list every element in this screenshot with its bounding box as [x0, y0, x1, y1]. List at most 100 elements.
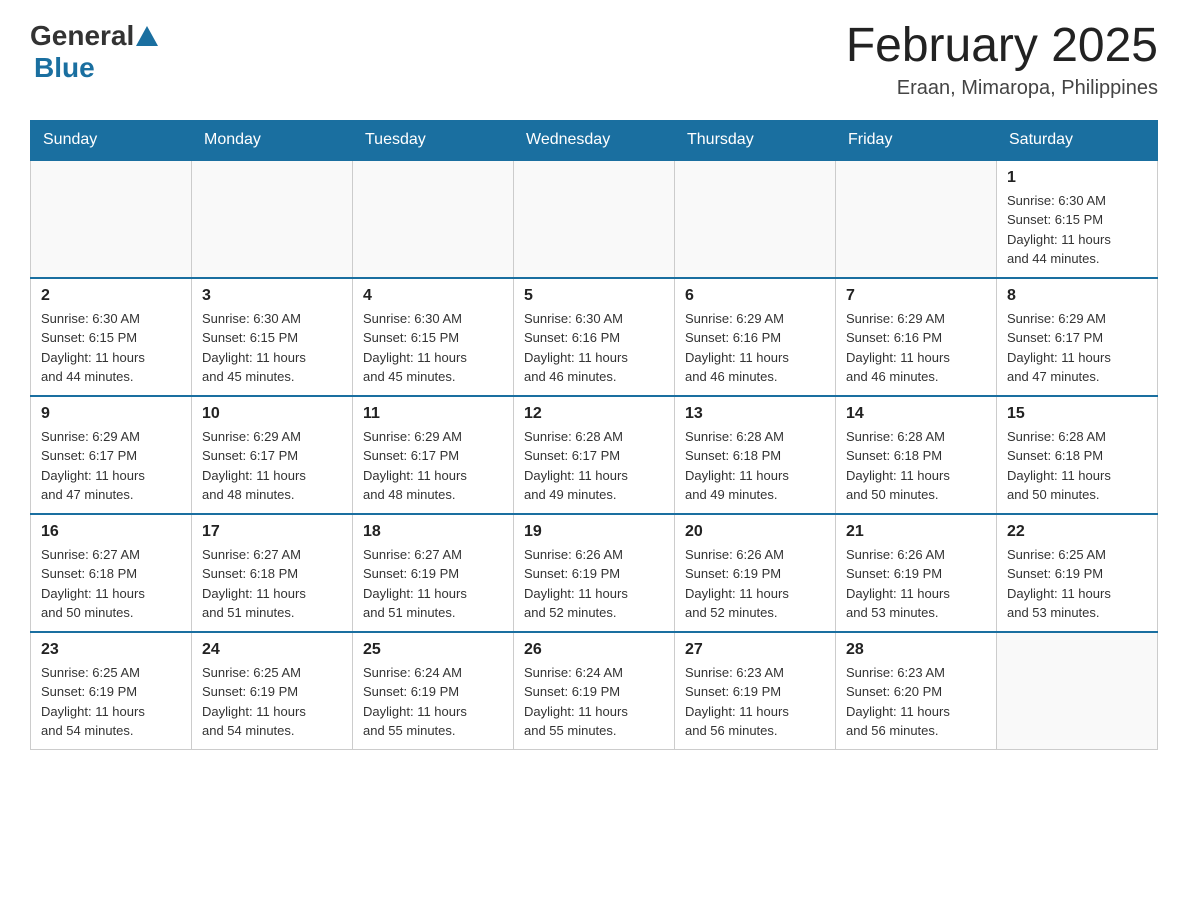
- day-info-line: Sunset: 6:19 PM: [41, 682, 181, 702]
- day-info-line: Sunset: 6:19 PM: [363, 682, 503, 702]
- weekday-header: Friday: [836, 120, 997, 160]
- day-info-line: Sunset: 6:16 PM: [685, 328, 825, 348]
- day-info-line: Daylight: 11 hours: [524, 702, 664, 722]
- day-info-line: and 54 minutes.: [41, 721, 181, 741]
- day-number: 3: [202, 287, 342, 305]
- day-info-line: and 56 minutes.: [685, 721, 825, 741]
- day-info-line: Sunrise: 6:29 AM: [846, 309, 986, 329]
- day-info-line: and 48 minutes.: [363, 485, 503, 505]
- day-number: 25: [363, 641, 503, 659]
- day-info-line: Daylight: 11 hours: [685, 466, 825, 486]
- calendar-cell: [675, 160, 836, 278]
- calendar-cell: 5Sunrise: 6:30 AMSunset: 6:16 PMDaylight…: [514, 278, 675, 396]
- calendar-cell: 17Sunrise: 6:27 AMSunset: 6:18 PMDayligh…: [192, 514, 353, 632]
- day-number: 16: [41, 523, 181, 541]
- weekday-header: Sunday: [31, 120, 192, 160]
- weekday-header: Wednesday: [514, 120, 675, 160]
- day-info-line: Sunrise: 6:29 AM: [685, 309, 825, 329]
- calendar-header-row: SundayMondayTuesdayWednesdayThursdayFrid…: [31, 120, 1158, 160]
- day-info-line: Sunrise: 6:23 AM: [846, 663, 986, 683]
- day-info-line: and 52 minutes.: [685, 603, 825, 623]
- day-info-line: Sunset: 6:17 PM: [524, 446, 664, 466]
- calendar-cell: 7Sunrise: 6:29 AMSunset: 6:16 PMDaylight…: [836, 278, 997, 396]
- day-number: 28: [846, 641, 986, 659]
- day-info-line: Sunset: 6:18 PM: [685, 446, 825, 466]
- calendar-cell: [836, 160, 997, 278]
- calendar-cell: 1Sunrise: 6:30 AMSunset: 6:15 PMDaylight…: [997, 160, 1158, 278]
- weekday-header: Tuesday: [353, 120, 514, 160]
- day-info-line: Daylight: 11 hours: [685, 702, 825, 722]
- day-number: 14: [846, 405, 986, 423]
- day-info-line: Sunset: 6:19 PM: [524, 564, 664, 584]
- day-info-line: and 47 minutes.: [41, 485, 181, 505]
- calendar-cell: 24Sunrise: 6:25 AMSunset: 6:19 PMDayligh…: [192, 632, 353, 750]
- day-info-line: and 48 minutes.: [202, 485, 342, 505]
- day-info-line: Daylight: 11 hours: [685, 584, 825, 604]
- calendar-cell: 2Sunrise: 6:30 AMSunset: 6:15 PMDaylight…: [31, 278, 192, 396]
- day-info-line: Daylight: 11 hours: [363, 702, 503, 722]
- calendar-cell: 14Sunrise: 6:28 AMSunset: 6:18 PMDayligh…: [836, 396, 997, 514]
- day-info-line: and 50 minutes.: [1007, 485, 1147, 505]
- day-info-line: Daylight: 11 hours: [202, 702, 342, 722]
- day-number: 7: [846, 287, 986, 305]
- day-info-line: Sunset: 6:18 PM: [202, 564, 342, 584]
- calendar-cell: 3Sunrise: 6:30 AMSunset: 6:15 PMDaylight…: [192, 278, 353, 396]
- calendar-cell: [192, 160, 353, 278]
- calendar-cell: 21Sunrise: 6:26 AMSunset: 6:19 PMDayligh…: [836, 514, 997, 632]
- calendar-cell: 10Sunrise: 6:29 AMSunset: 6:17 PMDayligh…: [192, 396, 353, 514]
- day-info-line: Sunrise: 6:25 AM: [1007, 545, 1147, 565]
- day-number: 5: [524, 287, 664, 305]
- location-title: Eraan, Mimaropa, Philippines: [846, 77, 1158, 100]
- day-info-line: Daylight: 11 hours: [524, 466, 664, 486]
- day-info-line: Sunrise: 6:25 AM: [202, 663, 342, 683]
- calendar-cell: 25 Sunrise: 6:24 AMSunset: 6:19 PMDayligh…: [353, 632, 514, 750]
- day-info-line: Sunset: 6:19 PM: [202, 682, 342, 702]
- day-info-line: and 44 minutes.: [41, 367, 181, 387]
- day-info-line: and 50 minutes.: [846, 485, 986, 505]
- day-number: 11: [363, 405, 503, 423]
- day-number: 27: [685, 641, 825, 659]
- calendar-cell: 4Sunrise: 6:30 AMSunset: 6:15 PMDaylight…: [353, 278, 514, 396]
- day-info-line: Sunset: 6:17 PM: [202, 446, 342, 466]
- day-info-line: Sunrise: 6:30 AM: [524, 309, 664, 329]
- calendar-week-row: 16Sunrise: 6:27 AMSunset: 6:18 PMDayligh…: [31, 514, 1158, 632]
- day-number: 13: [685, 405, 825, 423]
- day-number: 19: [524, 523, 664, 541]
- calendar-cell: 12Sunrise: 6:28 AMSunset: 6:17 PMDayligh…: [514, 396, 675, 514]
- day-info-line: Sunrise: 6:24 AM: [363, 663, 503, 683]
- day-info-line: and 55 minutes.: [524, 721, 664, 741]
- day-info-line: Sunset: 6:19 PM: [1007, 564, 1147, 584]
- day-info-line: Daylight: 11 hours: [363, 584, 503, 604]
- day-info-line: and 44 minutes.: [1007, 249, 1147, 269]
- day-info-line: Sunset: 6:17 PM: [41, 446, 181, 466]
- day-info-line: and 47 minutes.: [1007, 367, 1147, 387]
- month-title: February 2025: [846, 20, 1158, 73]
- day-info-line: Sunset: 6:17 PM: [1007, 328, 1147, 348]
- day-info-line: Daylight: 11 hours: [1007, 230, 1147, 250]
- day-info-line: Sunrise: 6:24 AM: [524, 663, 664, 683]
- weekday-header: Thursday: [675, 120, 836, 160]
- day-info-line: Daylight: 11 hours: [363, 348, 503, 368]
- day-info-line: and 49 minutes.: [524, 485, 664, 505]
- day-info-line: Daylight: 11 hours: [202, 584, 342, 604]
- day-info-line: Sunrise: 6:28 AM: [524, 427, 664, 447]
- day-info-line: and 53 minutes.: [846, 603, 986, 623]
- day-info-line: Sunset: 6:18 PM: [846, 446, 986, 466]
- day-info-line: Sunrise: 6:28 AM: [685, 427, 825, 447]
- calendar-cell: 26Sunrise: 6:24 AMSunset: 6:19 PMDayligh…: [514, 632, 675, 750]
- page-header: General Blue February 2025 Eraan, Mimaro…: [30, 20, 1158, 100]
- day-info-line: Sunrise: 6:30 AM: [363, 309, 503, 329]
- day-info-line: Daylight: 11 hours: [1007, 348, 1147, 368]
- calendar-cell: [353, 160, 514, 278]
- logo: General Blue: [30, 20, 160, 84]
- day-info-line: Sunrise: 6:26 AM: [685, 545, 825, 565]
- calendar-week-row: 9Sunrise: 6:29 AMSunset: 6:17 PMDaylight…: [31, 396, 1158, 514]
- day-info-line: and 49 minutes.: [685, 485, 825, 505]
- day-info-line: and 51 minutes.: [363, 603, 503, 623]
- logo-blue-text: Blue: [34, 52, 95, 83]
- calendar-cell: 28Sunrise: 6:23 AMSunset: 6:20 PMDayligh…: [836, 632, 997, 750]
- day-info-line: and 46 minutes.: [685, 367, 825, 387]
- day-info-line: Daylight: 11 hours: [685, 348, 825, 368]
- day-info-line: Daylight: 11 hours: [524, 584, 664, 604]
- day-info-line: and 52 minutes.: [524, 603, 664, 623]
